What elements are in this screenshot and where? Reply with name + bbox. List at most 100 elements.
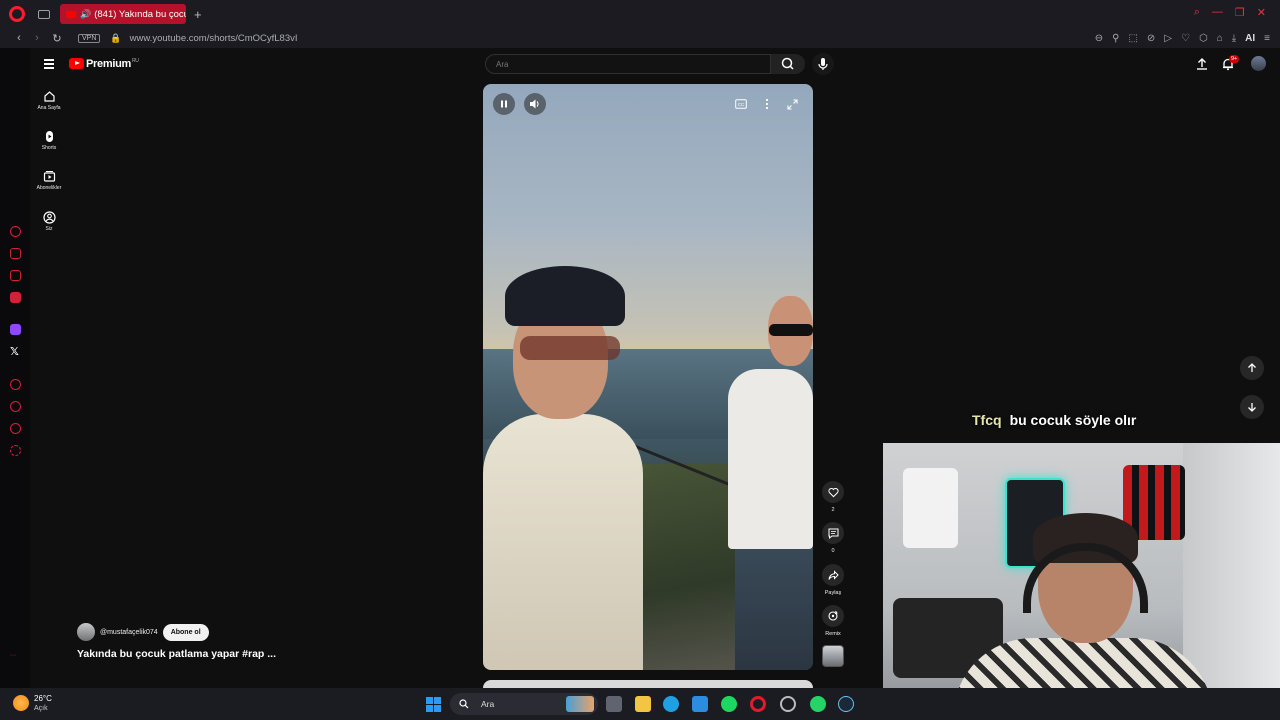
menu-icon[interactable]: ≡ (1264, 33, 1270, 44)
minimize-button[interactable]: — (1212, 6, 1223, 19)
captions-icon: CC (735, 99, 747, 109)
share-action[interactable]: Paylaş (822, 564, 844, 596)
youtube-logo-icon[interactable] (69, 58, 84, 69)
aria-icon[interactable] (10, 226, 21, 237)
task-view-icon[interactable] (606, 696, 622, 712)
comment-count: 0 (831, 548, 835, 554)
account-avatar[interactable] (1251, 56, 1266, 71)
pin-icon[interactable]: ⚲ (1112, 33, 1119, 44)
player-side-icon[interactable] (10, 379, 21, 390)
remix-label: Remix (825, 631, 841, 637)
weather-icon[interactable] (13, 695, 29, 711)
voice-search-button[interactable] (812, 53, 834, 75)
video-frame-sunglasses (769, 324, 813, 336)
shopping-icon[interactable] (10, 248, 21, 259)
lock-icon[interactable]: 🔒 (110, 33, 121, 44)
steam-icon[interactable] (838, 696, 854, 712)
youtube-favicon-icon (66, 10, 76, 18)
fullscreen-button[interactable] (781, 93, 803, 115)
extensions-icon[interactable]: ⬡ (1199, 33, 1208, 44)
sound-thumbnail[interactable] (822, 645, 844, 667)
edge-icon[interactable] (663, 696, 679, 712)
heart-icon[interactable]: ♡ (1181, 33, 1190, 44)
new-tab-button[interactable]: + (194, 7, 202, 22)
store-icon[interactable] (692, 696, 708, 712)
whatsapp-icon[interactable] (810, 696, 826, 712)
windows-start-icon[interactable] (426, 697, 441, 712)
next-short-preview[interactable] (483, 680, 813, 688)
address-bar-tools: ⊖ ⚲ ⬚ ⊘ ▷ ♡ ⬡ ⌂ ⤓ AI ≡ (1095, 33, 1270, 44)
share-label: Paylaş (824, 590, 842, 596)
guide-item-subscriptions[interactable]: Abonelikler (33, 170, 65, 191)
restore-button[interactable]: ❐ (1235, 6, 1245, 19)
search-button[interactable] (771, 54, 805, 74)
windows-taskbar: 26°C Açık Ara (0, 688, 1280, 720)
remix-action[interactable]: Remix (822, 605, 844, 637)
weather-condition[interactable]: Açık (34, 705, 48, 712)
channel-row: @mustafaçelik074 Abone ol (77, 623, 209, 641)
history-icon[interactable] (10, 401, 21, 412)
channel-avatar[interactable] (77, 623, 95, 641)
search-input[interactable]: Ara (485, 54, 771, 74)
spotify-icon[interactable] (721, 696, 737, 712)
vpn-badge[interactable]: VPN (78, 33, 101, 43)
captions-button[interactable]: CC (730, 93, 752, 115)
video-frame-person-2 (728, 369, 813, 549)
guide-item-you[interactable]: Siz (33, 211, 65, 232)
x-icon[interactable]: 𝕏 (10, 345, 19, 358)
volume-button[interactable] (524, 93, 546, 115)
search-tabs-icon[interactable]: ⌕ (1194, 6, 1200, 19)
pause-icon (501, 100, 507, 108)
subscribe-button[interactable]: Abone ol (162, 623, 209, 641)
weather-temperature[interactable]: 26°C (34, 694, 52, 703)
opera-logo-icon[interactable] (9, 6, 25, 22)
settings-icon[interactable] (10, 445, 21, 456)
close-button[interactable]: ✕ (1257, 6, 1266, 19)
player-icon[interactable]: ▷ (1164, 33, 1172, 44)
guide-item-home[interactable]: Ana Sayfa (33, 90, 65, 111)
upload-icon[interactable] (1195, 57, 1209, 71)
sidebar-more-icon[interactable]: ⋯ (10, 652, 16, 659)
opera-taskbar-icon[interactable] (750, 696, 766, 712)
adblock-icon[interactable]: ⊘ (1147, 33, 1155, 44)
hamburger-menu-icon[interactable] (44, 59, 54, 71)
like-action[interactable]: 2 (822, 481, 844, 513)
arrow-down-icon (1248, 403, 1256, 412)
channel-name[interactable]: @mustafaçelik074 (100, 629, 158, 636)
tab-title: (841) Yakında bu çocuk (94, 8, 186, 20)
file-explorer-icon[interactable] (635, 696, 651, 712)
comments-action[interactable]: 0 (822, 522, 844, 554)
webcam-overlay (883, 443, 1280, 720)
download-icon[interactable]: ⤓ (1232, 33, 1236, 44)
obs-icon[interactable] (780, 696, 796, 712)
youtube-premium-wordmark[interactable]: PremiumRU (86, 58, 139, 70)
guide-label: Shorts (41, 145, 57, 151)
region-code: RU (131, 58, 139, 65)
more-options-button[interactable] (756, 93, 778, 115)
short-title[interactable]: Yakında bu çocuk patlama yapar #rap ... (77, 648, 276, 660)
search-highlight-icon[interactable] (566, 696, 594, 712)
reload-icon[interactable]: ↻ (50, 32, 64, 45)
twitch-icon[interactable] (10, 324, 21, 335)
aria-ai-button[interactable]: AI (1245, 33, 1255, 44)
wallet-side-icon[interactable] (10, 270, 21, 281)
wallet-icon[interactable]: ⌂ (1217, 33, 1223, 44)
snapshot-icon[interactable]: ⬚ (1128, 33, 1137, 44)
back-icon[interactable]: ‹ (12, 32, 26, 44)
zoom-icon[interactable]: ⊖ (1095, 33, 1103, 44)
messenger-icon[interactable] (10, 292, 21, 303)
audio-playing-icon[interactable]: 🔊 (80, 9, 91, 20)
workspaces-icon[interactable] (38, 9, 50, 19)
browser-tab-active[interactable]: 🔊 (841) Yakında bu çocuk (60, 4, 186, 24)
next-short-button[interactable] (1240, 395, 1264, 419)
shorts-video-player[interactable]: CC (483, 84, 813, 670)
url-text[interactable]: www.youtube.com/shorts/CmOCyfL83vI (130, 33, 298, 44)
extensions-side-icon[interactable] (10, 423, 21, 434)
remix-icon (828, 610, 838, 621)
forward-icon[interactable]: › (30, 32, 44, 44)
microphone-icon (818, 58, 828, 70)
previous-short-button[interactable] (1240, 356, 1264, 380)
pause-button[interactable] (493, 93, 515, 115)
guide-item-shorts[interactable]: Shorts (33, 130, 65, 151)
more-vertical-icon (765, 98, 769, 110)
